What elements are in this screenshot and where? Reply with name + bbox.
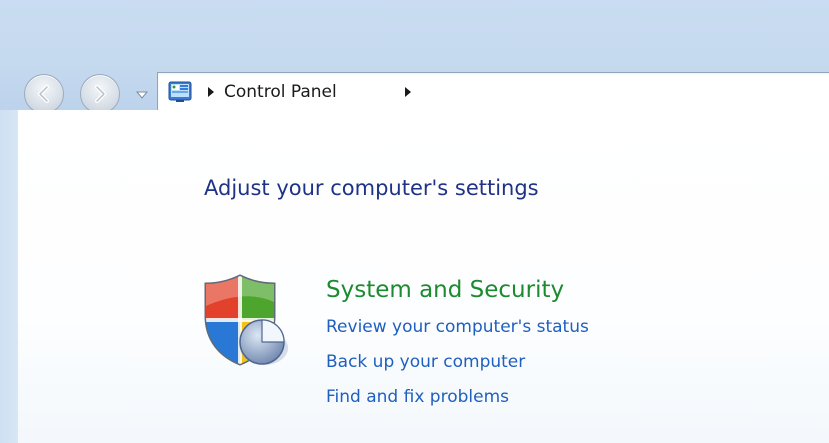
- shield-security-icon[interactable]: [200, 272, 292, 368]
- control-panel-icon: [168, 81, 192, 102]
- link-review-computer-status[interactable]: Review your computer's status: [326, 317, 589, 337]
- address-bar[interactable]: Control Panel: [157, 72, 829, 112]
- forward-arrow-icon: [95, 85, 106, 103]
- chevron-down-icon: [135, 91, 149, 99]
- content-pane: Adjust your computer's settings System a…: [18, 110, 829, 443]
- back-button[interactable]: [24, 74, 64, 114]
- category-system-and-security[interactable]: System and Security: [326, 277, 564, 303]
- link-find-and-fix-problems[interactable]: Find and fix problems: [326, 387, 509, 407]
- breadcrumb-separator-icon[interactable]: [206, 86, 216, 98]
- forward-button[interactable]: [80, 74, 120, 114]
- window-left-edge: [0, 110, 18, 443]
- recent-pages-button[interactable]: [135, 87, 149, 101]
- link-back-up-computer[interactable]: Back up your computer: [326, 352, 525, 372]
- breadcrumb-control-panel[interactable]: Control Panel: [224, 82, 337, 102]
- back-arrow-icon: [38, 85, 49, 103]
- page-title: Adjust your computer's settings: [204, 176, 539, 200]
- breadcrumb-separator-icon[interactable]: [403, 86, 413, 98]
- navigation-bar: Control Panel: [0, 66, 829, 114]
